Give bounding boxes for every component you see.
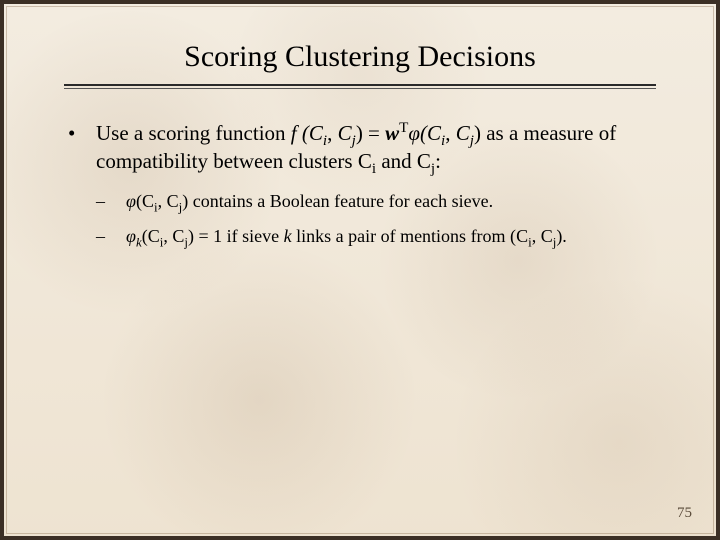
bullet-Cj-base: C bbox=[417, 149, 431, 173]
sub2-comma: , bbox=[163, 226, 172, 246]
sub2-Ci2: C bbox=[516, 226, 528, 246]
sub2-Cj: C bbox=[172, 226, 184, 246]
f-Ci: C bbox=[309, 121, 323, 145]
sub2-body: φk(Ci, Cj) = 1 if sieve k links a pair o… bbox=[126, 225, 567, 248]
sub2-Ci: C bbox=[148, 226, 160, 246]
bullet-Ci: Ci bbox=[358, 149, 376, 173]
bullet-Ci-base: C bbox=[358, 149, 372, 173]
f-Ci2: C bbox=[427, 121, 441, 145]
sub2-mid: ) = 1 if sieve bbox=[188, 226, 284, 246]
bullet-post2: and bbox=[376, 149, 417, 173]
slide: Scoring Clustering Decisions • Use a sco… bbox=[4, 4, 716, 536]
slide-title: Scoring Clustering Decisions bbox=[4, 40, 716, 74]
bullet-marker: • bbox=[68, 119, 96, 147]
sub2-phi: φ bbox=[126, 226, 136, 246]
f-comma1: , bbox=[327, 121, 338, 145]
title-rule-thin bbox=[64, 88, 656, 89]
sub1-close-text: ) contains a Boolean feature for each si… bbox=[182, 191, 493, 211]
f-w: w bbox=[385, 121, 399, 145]
content-area: • Use a scoring function f (Ci, Cj) = wT… bbox=[68, 119, 652, 248]
sub1-phi: φ bbox=[126, 191, 136, 211]
bullet-post3: : bbox=[435, 149, 441, 173]
sub-bullet-1: – φ(Ci, Cj) contains a Boolean feature f… bbox=[96, 190, 652, 213]
f-Cj: C bbox=[338, 121, 352, 145]
f-comma2: , bbox=[445, 121, 456, 145]
sub1-body: φ(Ci, Cj) contains a Boolean feature for… bbox=[126, 190, 493, 213]
sub2-Cj2: C bbox=[541, 226, 553, 246]
sub-bullet-2: – φk(Ci, Cj) = 1 if sieve k links a pair… bbox=[96, 225, 652, 248]
title-rule-thick bbox=[64, 84, 656, 86]
sub-bullet-list: – φ(Ci, Cj) contains a Boolean feature f… bbox=[96, 190, 652, 249]
bullet-main: • Use a scoring function f (Ci, Cj) = wT… bbox=[68, 119, 652, 176]
sub1-Ci: C bbox=[142, 191, 154, 211]
page-number: 75 bbox=[677, 505, 692, 522]
f-Cj2: C bbox=[456, 121, 470, 145]
sub1-Cj: C bbox=[167, 191, 179, 211]
f-open: f ( bbox=[291, 121, 309, 145]
sub1-comma: , bbox=[158, 191, 167, 211]
sub2-comma2: , bbox=[532, 226, 541, 246]
scoring-formula: f (Ci, Cj) = wTφ(Ci, Cj) bbox=[291, 121, 481, 145]
sub2-end: ). bbox=[556, 226, 567, 246]
sub2-dash: – bbox=[96, 225, 126, 248]
bullet-pre: Use a scoring function bbox=[96, 121, 291, 145]
f-close-eq: ) = bbox=[356, 121, 385, 145]
f-close: ) bbox=[474, 121, 481, 145]
sub1-dash: – bbox=[96, 190, 126, 213]
sub2-k: k bbox=[284, 226, 292, 246]
sub2-tail: links a pair of mentions from ( bbox=[292, 226, 516, 246]
f-phi-open: φ( bbox=[408, 121, 427, 145]
bullet-Cj: Cj bbox=[417, 149, 435, 173]
bullet-body: Use a scoring function f (Ci, Cj) = wTφ(… bbox=[96, 119, 652, 176]
